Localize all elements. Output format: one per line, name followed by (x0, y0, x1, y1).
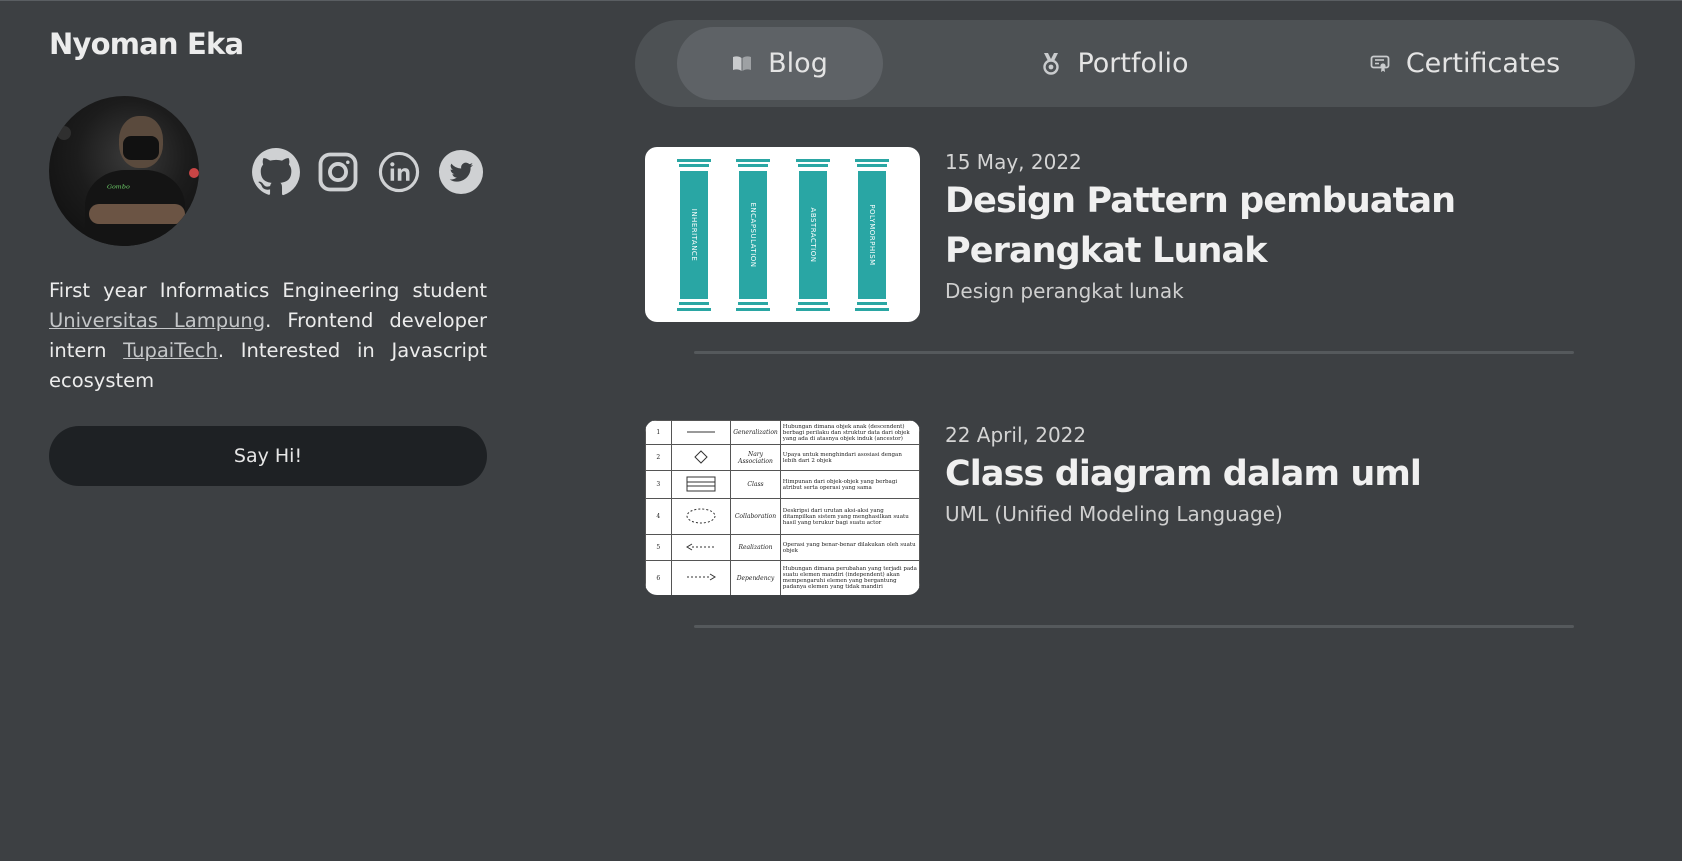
table-cell: Dependency (730, 560, 781, 595)
company-link[interactable]: TupaiTech (123, 339, 218, 362)
profile-sidebar: Nyoman Eka ᴳᵒᵐᵇᵒ First year Informatics … (49, 22, 487, 486)
table-cell: 3 (645, 470, 672, 499)
profile-row: ᴳᵒᵐᵇᵒ (49, 96, 487, 248)
table-cell: Generalization (730, 420, 781, 445)
collaboration-symbol (670, 498, 732, 535)
table-cell: Nary Association (730, 444, 781, 471)
twitter-icon[interactable] (435, 146, 487, 198)
table-cell: Class (730, 470, 781, 499)
uml-notation-table: 1 Generalization Hubungan dimana objek a… (645, 420, 920, 595)
blog-post-card[interactable]: 1 Generalization Hubungan dimana objek a… (645, 420, 1595, 595)
table-cell: 1 (645, 420, 672, 445)
social-links (250, 146, 487, 198)
table-cell: Himpunan dari objek-objek yang berbagi a… (779, 470, 920, 499)
tab-portfolio[interactable]: Portfolio (995, 27, 1235, 100)
section-tabs: Blog Portfolio Certificates (635, 20, 1635, 107)
instagram-icon[interactable] (312, 146, 364, 198)
linkedin-icon[interactable] (373, 146, 425, 198)
post-divider (694, 351, 1574, 354)
table-cell: 4 (645, 498, 672, 535)
pillar-label: ENCAPSULATION (749, 202, 757, 268)
table-cell: Upaya untuk menghindari asosiasi dengan … (779, 444, 920, 471)
table-cell: 5 (645, 534, 672, 561)
pillar-graphic: INHERITANCE (677, 159, 711, 311)
generalization-symbol (670, 420, 732, 445)
book-icon (732, 55, 752, 73)
post-divider (694, 625, 1574, 628)
say-hi-button[interactable]: Say Hi! (49, 426, 487, 486)
pillar-label: INHERITANCE (690, 208, 698, 262)
table-cell: 2 (645, 444, 672, 471)
table-cell: 6 (645, 560, 672, 595)
table-cell: Hubungan dimana perubahan yang terjadi p… (779, 560, 920, 595)
post-subtitle: Design perangkat lunak (945, 279, 1184, 303)
class-symbol (670, 470, 732, 499)
nary-association-symbol (670, 444, 732, 471)
blog-post-card[interactable]: INHERITANCE ENCAPSULATION ABSTRACTION PO… (645, 147, 1595, 322)
tab-certificates[interactable]: Certificates (1335, 27, 1595, 100)
profile-bio: First year Informatics Engineering stude… (49, 276, 487, 396)
tab-certificates-label: Certificates (1405, 48, 1561, 79)
pillar-graphic: ENCAPSULATION (736, 159, 770, 311)
avatar: ᴳᵒᵐᵇᵒ (49, 96, 199, 246)
table-cell: Deskripsi dari urutan aksi-aksi yang dit… (779, 498, 920, 535)
github-icon[interactable] (250, 146, 302, 198)
tab-blog[interactable]: Blog (677, 27, 883, 100)
post-title[interactable]: Class diagram dalam uml (945, 449, 1595, 499)
post-date: 15 May, 2022 (945, 150, 1082, 174)
post-subtitle: UML (Unified Modeling Language) (945, 502, 1283, 526)
table-cell: Hubungan dimana objek anak (descendent) … (779, 420, 920, 445)
pillar-label: POLYMORPHISM (868, 204, 876, 266)
table-cell: Realization (730, 534, 781, 561)
tab-portfolio-label: Portfolio (1077, 48, 1189, 79)
window-top-border (0, 0, 1682, 1)
bio-intro: First year Informatics Engineering stude… (49, 279, 487, 302)
post-date: 22 April, 2022 (945, 423, 1087, 447)
realization-symbol (670, 534, 732, 561)
tab-blog-label: Blog (768, 48, 828, 79)
post-title[interactable]: Design Pattern pembuatan Perangkat Lunak (945, 176, 1595, 276)
university-link[interactable]: Universitas Lampung (49, 309, 265, 332)
dependency-symbol (670, 560, 732, 595)
pillar-graphic: POLYMORPHISM (855, 159, 889, 311)
post-thumbnail: INHERITANCE ENCAPSULATION ABSTRACTION PO… (645, 147, 920, 322)
pillar-label: ABSTRACTION (809, 207, 817, 263)
profile-name: Nyoman Eka (49, 27, 244, 61)
post-thumbnail: 1 Generalization Hubungan dimana objek a… (645, 420, 920, 595)
table-cell: Collaboration (730, 498, 781, 535)
table-cell: Operasi yang benar-benar dilakukan oleh … (779, 534, 920, 561)
certificate-icon (1370, 55, 1390, 73)
pillar-graphic: ABSTRACTION (796, 159, 830, 311)
medal-icon (1041, 52, 1061, 76)
